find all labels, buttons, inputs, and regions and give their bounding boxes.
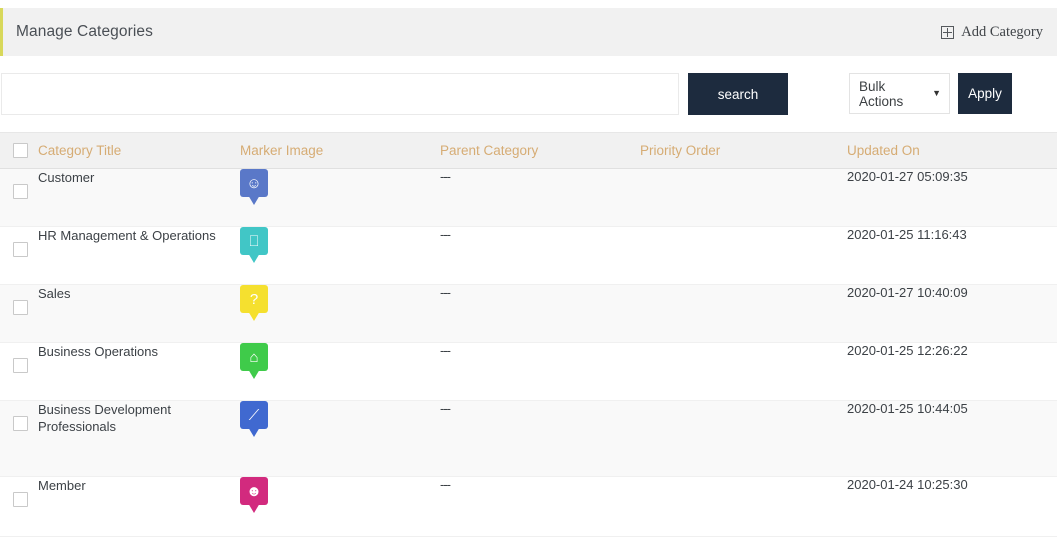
cell-category-title: Customer [38, 168, 240, 227]
search-input[interactable] [1, 73, 679, 115]
plus-square-icon [941, 25, 955, 39]
table-row[interactable]: Business Development Professionals ⟋ --- 20… [0, 400, 1057, 477]
bulk-actions-select[interactable]: Bulk Actions ▼ [849, 73, 950, 114]
search-button[interactable]: search [688, 73, 788, 115]
add-category-label: Add Category [961, 23, 1043, 40]
pin-computer-icon: ⎕ [240, 227, 268, 265]
select-all-header[interactable] [0, 132, 38, 169]
column-header-priority-order[interactable]: Priority Order [640, 132, 847, 169]
categories-table: Category Title Marker Image Parent Categ… [0, 132, 1057, 537]
cell-parent-category: --- [440, 284, 640, 343]
pin-face-icon: ☺ [240, 169, 268, 207]
cell-parent-category: --- [440, 476, 640, 537]
table-body: Customer ☺ --- 2020-01-27 05:09:35 HR Manage… [0, 168, 1057, 537]
cell-updated-on: 2020-01-27 10:40:09 [847, 284, 1057, 343]
cell-category-title: HR Management & Operations [38, 226, 240, 285]
column-header-category-title[interactable]: Category Title [38, 132, 240, 169]
cell-category-title: Business Development Professionals [38, 400, 240, 477]
pin-theater-masks-icon: ☻ [240, 477, 268, 515]
manage-categories-page: Manage Categories Add Category search Bu… [0, 8, 1057, 541]
column-header-marker-image[interactable]: Marker Image [240, 132, 440, 169]
cell-updated-on: 2020-01-24 10:25:30 [847, 476, 1057, 537]
chevron-down-icon: ▼ [932, 88, 941, 98]
table-row[interactable]: Business Operations ⌂ --- 2020-01-25 12:26:… [0, 342, 1057, 401]
cell-updated-on: 2020-01-25 12:26:22 [847, 342, 1057, 401]
cell-marker-image: ⎕ [240, 226, 440, 285]
row-select-cell[interactable] [0, 226, 38, 285]
apply-button[interactable]: Apply [958, 73, 1012, 114]
pin-chart-growth-icon: ⟋ [240, 401, 268, 439]
row-select-cell[interactable] [0, 476, 38, 537]
cell-marker-image: ☻ [240, 476, 440, 537]
cell-updated-on: 2020-01-25 10:44:05 [847, 400, 1057, 477]
panel-header: Manage Categories Add Category [0, 8, 1057, 56]
add-category-button[interactable]: Add Category [941, 24, 1043, 41]
column-header-parent-category[interactable]: Parent Category [440, 132, 640, 169]
select-all-checkbox[interactable] [13, 143, 28, 159]
row-checkbox[interactable] [13, 492, 28, 508]
cell-priority-order [640, 342, 847, 401]
cell-marker-image: ⟋ [240, 400, 440, 477]
cell-priority-order [640, 168, 847, 227]
row-checkbox[interactable] [13, 184, 28, 200]
cell-priority-order [640, 400, 847, 477]
row-select-cell[interactable] [0, 168, 38, 227]
column-header-updated-on[interactable]: Updated On [847, 132, 1057, 169]
cell-parent-category: --- [440, 342, 640, 401]
table-row[interactable]: HR Management & Operations ⎕ --- 2020-01-25… [0, 226, 1057, 285]
cell-priority-order [640, 476, 847, 537]
cell-category-title: Sales [38, 284, 240, 343]
cell-parent-category: --- [440, 400, 640, 477]
bulk-actions-label: Bulk Actions [859, 78, 904, 109]
cell-category-title: Member [38, 476, 240, 537]
row-checkbox[interactable] [13, 416, 28, 432]
pin-building-icon: ⌂ [240, 343, 268, 381]
cell-marker-image: ? [240, 284, 440, 343]
cell-category-title: Business Operations [38, 342, 240, 401]
cell-parent-category: --- [440, 168, 640, 227]
row-checkbox[interactable] [13, 300, 28, 316]
cell-priority-order [640, 226, 847, 285]
row-select-cell[interactable] [0, 400, 38, 477]
cell-priority-order [640, 284, 847, 343]
table-header: Category Title Marker Image Parent Categ… [0, 132, 1057, 169]
row-checkbox[interactable] [13, 242, 28, 258]
bulk-actions-group: Bulk Actions ▼ Apply [849, 73, 1012, 114]
table-row[interactable]: Customer ☺ --- 2020-01-27 05:09:35 [0, 168, 1057, 227]
page-title: Manage Categories [16, 23, 153, 40]
pin-question-people-icon: ? [240, 285, 268, 323]
table-header-row: Category Title Marker Image Parent Categ… [0, 132, 1057, 169]
cell-parent-category: --- [440, 226, 640, 285]
cell-updated-on: 2020-01-25 11:16:43 [847, 226, 1057, 285]
filter-toolbar: search Bulk Actions ▼ Apply [0, 56, 1057, 132]
table-row[interactable]: Sales? --- 2020-01-27 10:40:09 [0, 284, 1057, 343]
row-select-cell[interactable] [0, 342, 38, 401]
table-row[interactable]: Member ☻ --- 2020-01-24 10:25:30 [0, 476, 1057, 537]
cell-marker-image: ⌂ [240, 342, 440, 401]
row-checkbox[interactable] [13, 358, 28, 374]
row-select-cell[interactable] [0, 284, 38, 343]
cell-updated-on: 2020-01-27 05:09:35 [847, 168, 1057, 227]
cell-marker-image: ☺ [240, 168, 440, 227]
